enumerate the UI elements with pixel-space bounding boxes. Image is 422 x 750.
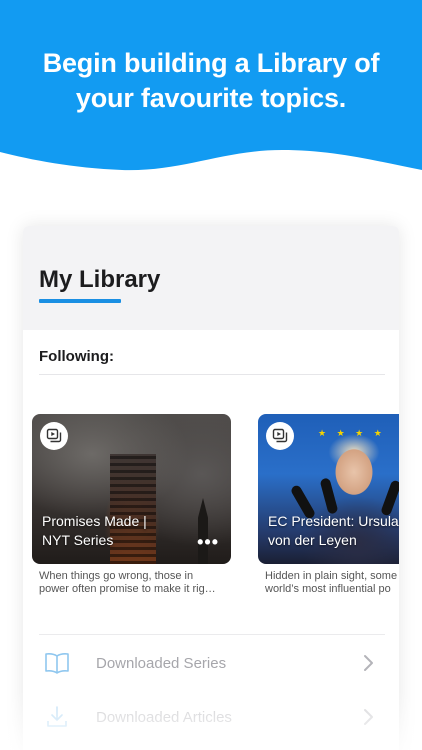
play-stack-icon [40, 422, 68, 450]
chevron-right-icon [364, 709, 373, 725]
microphone-image-detail [319, 477, 339, 515]
library-screen: My Library Following: Promises Made | NY… [23, 226, 399, 750]
row-label: Downloaded Articles [96, 708, 232, 726]
book-icon [43, 649, 71, 677]
series-title: Promises Made | NYT Series [42, 513, 147, 548]
series-thumbnail[interactable]: Promises Made | NYT Series ••• [32, 414, 231, 564]
headline: Begin building a Library of your favouri… [42, 48, 380, 113]
series-card[interactable]: Promises Made | NYT Series ••• When thin… [32, 414, 231, 598]
title-underline [39, 299, 121, 303]
library-header: My Library [23, 226, 399, 330]
download-icon [43, 703, 71, 731]
downloaded-series-row[interactable]: Downloaded Series [23, 640, 399, 686]
more-dots-icon[interactable]: ••• [197, 533, 219, 551]
list-divider [39, 634, 385, 635]
section-divider [39, 374, 385, 375]
chevron-right-icon [364, 655, 373, 671]
row-label: Downloaded Series [96, 654, 227, 672]
series-description: When things go wrong, those in power oft… [39, 570, 216, 595]
eu-stars-image-detail: ★ ★ ★ ★ [318, 428, 386, 438]
play-stack-icon [266, 422, 294, 450]
page-title: My Library [39, 266, 161, 293]
downloaded-articles-row[interactable]: Downloaded Articles [23, 694, 399, 740]
hero-banner: Begin building a Library of your favouri… [0, 0, 422, 180]
series-title: EC President: Ursula von der Leyen [268, 513, 399, 548]
following-label: Following: [39, 348, 114, 365]
series-thumbnail[interactable]: ★ ★ ★ ★ EC President: Ursula von der Ley… [258, 414, 399, 564]
following-carousel[interactable]: Promises Made | NYT Series ••• When thin… [23, 414, 399, 604]
church-spire-image-detail [198, 498, 208, 564]
series-card[interactable]: ★ ★ ★ ★ EC President: Ursula von der Ley… [258, 414, 399, 598]
series-description: Hidden in plain sight, some world’s most… [265, 570, 398, 595]
